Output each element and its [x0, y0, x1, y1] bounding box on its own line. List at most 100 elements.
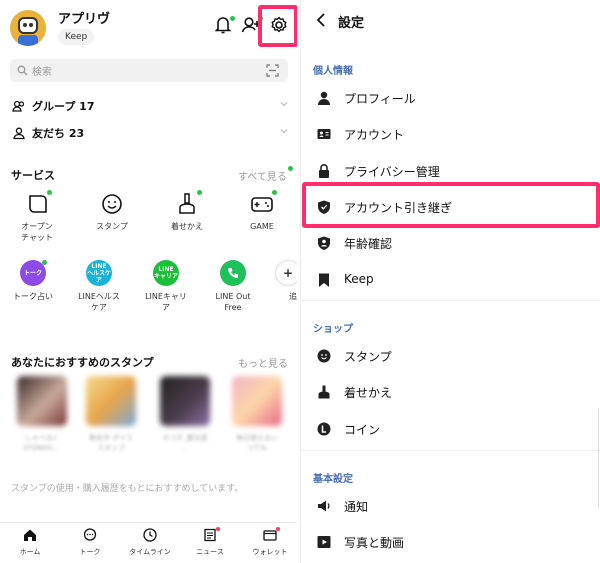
line-career-icon: LINE キャリア — [152, 260, 180, 288]
service-label: 着せかえ — [171, 222, 203, 231]
settings-item-label: 写真と動画 — [344, 536, 405, 550]
settings-item-label: コイン — [344, 423, 381, 437]
service-theme[interactable]: 着せかえ — [160, 190, 214, 232]
settings-item-label: スタンプ — [344, 350, 392, 364]
search-input[interactable]: 検索 — [10, 59, 288, 82]
divider — [301, 450, 600, 451]
service-line-career[interactable]: LINE キャリア LINEキャリ ア — [139, 260, 193, 313]
recommend-note: スタンプの使用・購入履歴をもとにおすすめしています。 — [11, 484, 244, 494]
service-talk-fortune[interactable]: トーク トーク占い — [6, 260, 60, 302]
sticker-caption: 毎日使えるい つでも — [236, 434, 278, 452]
timeline-icon — [120, 527, 180, 545]
tab-chat[interactable]: トーク — [60, 527, 120, 557]
friends-label: 友だち 23 — [32, 127, 85, 140]
back-arrow-icon[interactable] — [315, 12, 329, 28]
line-healthcare-badge: LINE ヘルスケア — [86, 260, 112, 286]
groups-label: グループ 17 — [32, 100, 95, 113]
service-label: スタンプ — [96, 222, 128, 231]
service-open-chat[interactable]: オープン チャット — [10, 190, 64, 243]
groups-row[interactable]: グループ 17 — [0, 93, 297, 119]
tab-label: ホーム — [19, 548, 41, 556]
scroll-edge — [598, 408, 599, 508]
tab-home[interactable]: ホーム — [0, 527, 60, 557]
settings-item-label: 年齢確認 — [344, 237, 393, 251]
chat-icon — [60, 527, 120, 545]
home-icon — [0, 527, 60, 545]
page-title: 設定 — [338, 16, 365, 31]
settings-item-shop-theme[interactable]: 着せかえ — [301, 377, 600, 407]
keep-button[interactable]: Keep — [58, 29, 95, 45]
profile-name: アプリヴ — [58, 12, 111, 27]
search-placeholder: 検索 — [32, 67, 52, 78]
settings-item-notifications[interactable]: 通知 — [301, 491, 600, 521]
play-icon — [317, 536, 331, 548]
avatar[interactable] — [10, 10, 46, 46]
tab-timeline[interactable]: タイムライン — [120, 527, 180, 557]
settings-group-heading: ショップ — [313, 324, 353, 335]
theme-icon — [173, 190, 202, 218]
sticker-thumbnail[interactable] — [232, 376, 282, 426]
gear-highlight-box — [258, 5, 297, 47]
service-add[interactable]: + 追 — [273, 260, 297, 302]
services-see-all-link[interactable]: すべて見る — [238, 168, 287, 183]
line-healthcare-icon: LINE ヘルスケア — [85, 260, 113, 288]
line-career-badge: LINE キャリア — [153, 260, 179, 286]
settings-item-coin[interactable]: コイン — [301, 414, 600, 444]
service-label: LINEヘルス ケア — [78, 292, 120, 312]
settings-item-label: Keep — [344, 272, 374, 286]
bookmark-icon — [319, 273, 329, 287]
qr-scan-icon[interactable] — [266, 64, 279, 77]
service-line-healthcare[interactable]: LINE ヘルスケア LINEヘルス ケア — [72, 260, 126, 313]
open-chat-icon — [23, 190, 52, 218]
news-icon — [180, 527, 240, 545]
settings-panel: 設定 個人情報 プロフィール アカウント プライバシー管理 アカウント引き継ぎ … — [300, 0, 600, 563]
sticker-thumbnail[interactable] — [17, 376, 67, 426]
service-line-out[interactable]: LINE Out Free — [206, 260, 260, 313]
bottom-tab-bar: ホーム トーク タイムライン ニュース ウォレット — [0, 522, 297, 563]
theme-icon — [318, 385, 330, 399]
settings-item-photos-videos[interactable]: 写真と動画 — [301, 527, 600, 557]
settings-item-profile[interactable]: プロフィール — [301, 83, 600, 113]
services-heading: サービス — [11, 169, 55, 182]
settings-item-keep[interactable]: Keep — [301, 265, 600, 295]
wallet-icon — [240, 527, 297, 545]
speaker-icon — [318, 500, 330, 512]
home-panel: アプリヴ Keep 検索 グループ 17 友だち 23 サービス すべて見る オ… — [0, 0, 297, 563]
settings-item-label: アカウント — [344, 128, 405, 142]
person-icon — [318, 91, 330, 105]
sticker-thumbnail[interactable] — [160, 376, 210, 426]
chevron-down-icon — [280, 102, 288, 107]
settings-group-heading: 基本設定 — [313, 474, 353, 485]
friends-row[interactable]: 友だち 23 — [0, 120, 297, 146]
divider — [301, 300, 600, 301]
service-sticker[interactable]: スタンプ — [85, 190, 139, 232]
talk-fortune-icon: トーク — [19, 260, 47, 288]
bell-icon[interactable] — [210, 12, 236, 38]
recommend-heading: あなたにおすすめのスタンプ — [11, 356, 154, 369]
profile-header[interactable]: アプリヴ Keep — [0, 0, 297, 54]
friend-icon — [13, 127, 25, 140]
age-badge-icon — [318, 236, 330, 250]
chevron-down-icon — [280, 129, 288, 134]
service-label: GAME — [250, 222, 274, 231]
tab-news[interactable]: ニュース — [180, 527, 240, 557]
settings-item-label: プロフィール — [344, 92, 416, 106]
settings-item-label: 通知 — [344, 500, 369, 514]
sticker-thumbnail[interactable] — [86, 376, 136, 426]
lock-icon — [319, 164, 329, 178]
sticker-caption: ネコ子_要注意 ... — [162, 434, 208, 452]
line-out-icon — [219, 260, 247, 288]
sticker-icon — [98, 190, 126, 218]
sticker-icon — [317, 349, 331, 363]
id-card-icon — [317, 129, 331, 139]
tab-wallet[interactable]: ウォレット — [240, 527, 297, 557]
recommend-more-link[interactable]: もっと見る — [238, 355, 288, 370]
sticker-caption: 無名作 ボイス スタンプ — [88, 434, 133, 452]
settings-item-shop-sticker[interactable]: スタンプ — [301, 341, 600, 371]
settings-item-account[interactable]: アカウント — [301, 119, 600, 149]
settings-item-label: プライバシー管理 — [344, 165, 440, 179]
game-icon — [248, 190, 277, 218]
coin-icon — [317, 422, 331, 436]
service-game[interactable]: GAME — [235, 190, 289, 232]
settings-item-age-verification[interactable]: 年齢確認 — [301, 228, 600, 258]
